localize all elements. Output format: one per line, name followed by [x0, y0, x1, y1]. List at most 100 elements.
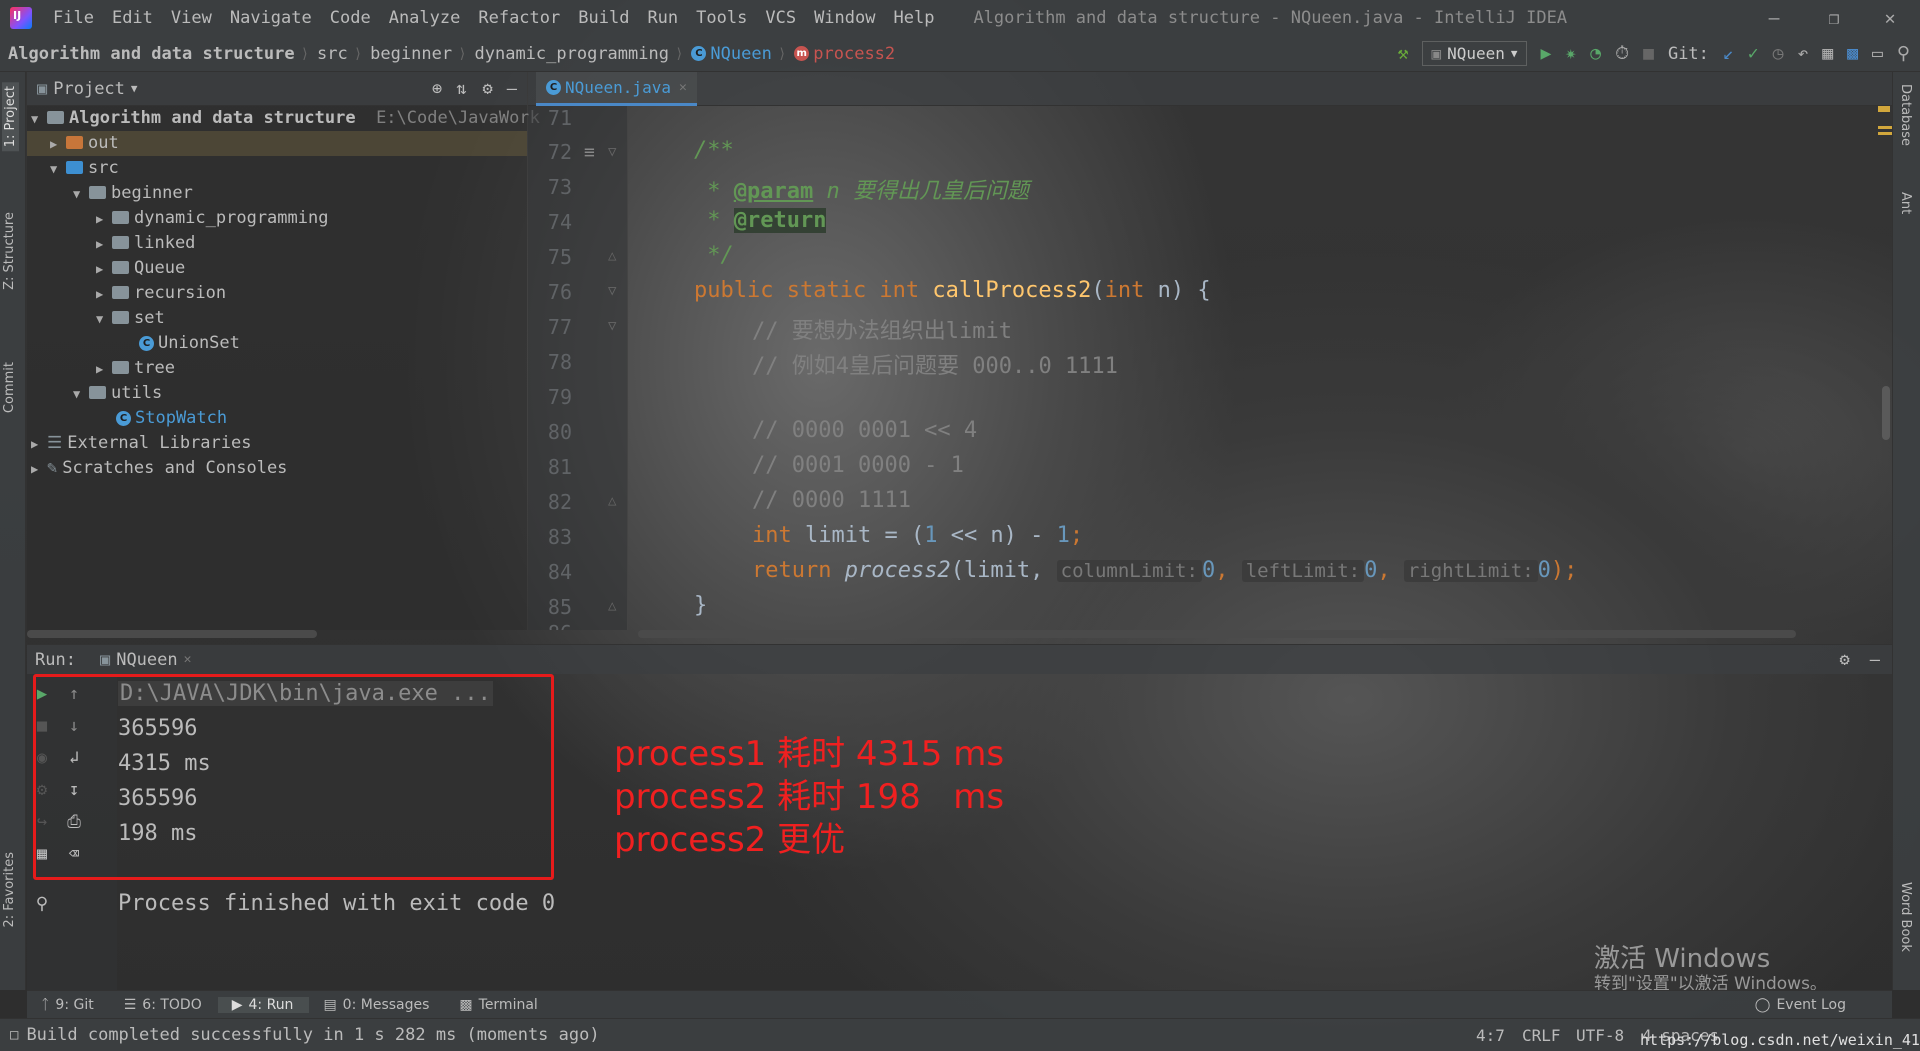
menu-code[interactable]: Code [321, 8, 380, 28]
tree-item-stopwatch[interactable]: C StopWatch [116, 406, 227, 431]
editor-tab-nqueen[interactable]: C NQueen.java ✕ [536, 72, 697, 106]
editor-vertical-scrollbar[interactable] [1882, 386, 1890, 440]
hide-panel-icon[interactable]: — [1870, 650, 1880, 670]
git-history-icon[interactable]: ◷ [1773, 43, 1784, 64]
search-icon[interactable]: ⚲ [1897, 43, 1910, 64]
presentation-icon[interactable]: ▭ [1872, 43, 1883, 64]
gear-icon[interactable]: ⚙ [483, 79, 493, 99]
project-horizontal-scrollbar[interactable] [27, 630, 317, 638]
menu-tools[interactable]: Tools [687, 8, 756, 28]
inspection-warning-icon[interactable] [1878, 106, 1890, 112]
tree-item-scratches[interactable]: ▶ ✎ Scratches and Consoles [31, 456, 287, 481]
tree-item-linked[interactable]: ▶ linked [96, 231, 195, 256]
minimize-icon[interactable]: — [1744, 0, 1804, 36]
profile-icon[interactable]: ⏱ [1615, 43, 1629, 64]
breadcrumb-src[interactable]: src [309, 44, 354, 64]
tool-tab-terminal[interactable]: ▩ Terminal [445, 997, 553, 1013]
line-separator[interactable]: CRLF [1522, 1026, 1561, 1045]
caret-position[interactable]: 4:7 [1476, 1026, 1505, 1045]
fold-icon[interactable]: △ [608, 598, 616, 614]
menu-window[interactable]: Window [805, 8, 884, 28]
tree-item-tree[interactable]: ▶ tree [96, 356, 175, 381]
fold-icon[interactable]: △ [608, 493, 616, 509]
tool-tab-word-book[interactable]: Word Book [1898, 882, 1913, 952]
git-rollback-icon[interactable]: ↶ [1797, 43, 1808, 64]
menu-navigate[interactable]: Navigate [221, 8, 321, 28]
tool-tab-favorites[interactable]: 2: Favorites [2, 852, 17, 928]
tool-tab-messages[interactable]: ▤ 0: Messages [309, 997, 445, 1013]
tool-tab-structure[interactable]: Z: Structure [2, 212, 17, 290]
tree-item-unionset[interactable]: C UnionSet [139, 331, 240, 356]
fold-icon[interactable]: ▽ [608, 144, 616, 160]
tree-item-beginner[interactable]: ▼ beginner [73, 181, 193, 206]
translate-icon[interactable]: ▩ [1847, 43, 1858, 64]
menu-refactor[interactable]: Refactor [469, 8, 569, 28]
debug-icon[interactable]: ✷ [1565, 43, 1576, 64]
menu-build[interactable]: Build [569, 8, 638, 28]
tree-item-queue[interactable]: ▶ Queue [96, 256, 185, 281]
menu-analyze[interactable]: Analyze [380, 8, 470, 28]
menu-help[interactable]: Help [884, 8, 943, 28]
package-icon [112, 211, 129, 224]
stop-icon[interactable]: ■ [1643, 43, 1654, 64]
tree-item-dynamic-programming[interactable]: ▶ dynamic_programming [96, 206, 328, 231]
tool-tab-project[interactable]: 1: Project [2, 82, 19, 152]
tree-item-set[interactable]: ▼ set [96, 306, 165, 331]
close-window-icon[interactable]: ✕ [1860, 0, 1920, 36]
menu-edit[interactable]: Edit [103, 8, 162, 28]
status-message[interactable]: Build completed successfully in 1 s 282 … [26, 1025, 599, 1045]
status-square-icon[interactable]: □ [10, 1027, 18, 1043]
run-icon[interactable]: ▶ [1541, 43, 1552, 64]
tree-item-out[interactable]: ▶ out [27, 131, 527, 156]
fold-icon[interactable]: △ [608, 248, 616, 264]
git-commit-icon[interactable]: ✓ [1748, 43, 1759, 64]
tree-item-external-libraries[interactable]: ▶ ☰ External Libraries [31, 431, 251, 456]
warning-marker[interactable] [1878, 126, 1892, 129]
menu-vcs[interactable]: VCS [756, 8, 805, 28]
tool-tab-commit[interactable]: Commit [2, 362, 17, 413]
menu-view[interactable]: View [162, 8, 221, 28]
close-tab-icon[interactable]: ✕ [184, 652, 192, 667]
locate-icon[interactable]: ⊕ [432, 79, 442, 99]
tree-item-src[interactable]: ▼ src [50, 156, 119, 181]
fold-icon[interactable]: ▽ [608, 283, 616, 299]
doc-comment: */ [694, 243, 734, 268]
file-encoding[interactable]: UTF-8 [1576, 1026, 1624, 1045]
breadcrumb-dynamic-programming[interactable]: dynamic_programming [467, 44, 675, 64]
warning-marker[interactable] [1878, 132, 1892, 135]
pin-icon[interactable]: ⚲ [27, 894, 57, 914]
code-editor[interactable]: /** * @param n 要得出几皇后问题 * @return */ pub… [628, 106, 1892, 630]
breadcrumb-method[interactable]: m process2 [786, 44, 901, 64]
breadcrumb-class[interactable]: C NQueen [683, 44, 777, 64]
fold-icon[interactable]: ▽ [608, 318, 616, 334]
tool-tab-ant[interactable]: Ant [1898, 192, 1913, 214]
restore-icon[interactable]: ❐ [1804, 0, 1864, 36]
git-update-icon[interactable]: ↙ [1723, 43, 1734, 64]
run-tab-nqueen[interactable]: NQueen [116, 650, 177, 670]
coverage-icon[interactable]: ◔ [1590, 43, 1601, 64]
run-configuration-select[interactable]: ▣ NQueen ▼ [1422, 41, 1527, 66]
project-structure-icon[interactable]: ▦ [1822, 43, 1833, 64]
breadcrumb-project[interactable]: Algorithm and data structure [0, 44, 301, 64]
tree-item-root[interactable]: ▼ Algorithm and data structure E:\Code\Ja… [31, 106, 540, 131]
menu-file[interactable]: File [44, 8, 103, 28]
tool-tab-event-log[interactable]: ◯ Event Log [1741, 997, 1862, 1013]
tool-tab-git[interactable]: ᛏ 9: Git [27, 997, 110, 1013]
chevron-down-icon[interactable]: ▼ [131, 82, 138, 95]
editor-horizontal-scrollbar[interactable] [638, 630, 1796, 638]
close-tab-icon[interactable]: ✕ [679, 80, 687, 95]
collapse-all-icon[interactable]: ⇅ [456, 79, 466, 99]
tool-tab-database[interactable]: Database [1898, 84, 1913, 146]
class-icon: C [546, 80, 561, 95]
breadcrumb-beginner[interactable]: beginner [362, 44, 458, 64]
project-panel-title[interactable]: Project [53, 79, 125, 99]
tool-tab-run[interactable]: ▶ 4: Run [217, 996, 310, 1013]
tree-item-utils[interactable]: ▼ utils [73, 381, 162, 406]
menu-run[interactable]: Run [638, 8, 687, 28]
doc-render-icon[interactable]: ≡ [584, 142, 595, 163]
build-hammer-icon[interactable]: ⚒ [1398, 43, 1409, 64]
hide-panel-icon[interactable]: — [507, 79, 517, 99]
tree-item-recursion[interactable]: ▶ recursion [96, 281, 226, 306]
gear-icon[interactable]: ⚙ [1840, 650, 1850, 670]
tool-tab-todo[interactable]: ☰ 6: TODO [110, 997, 218, 1013]
